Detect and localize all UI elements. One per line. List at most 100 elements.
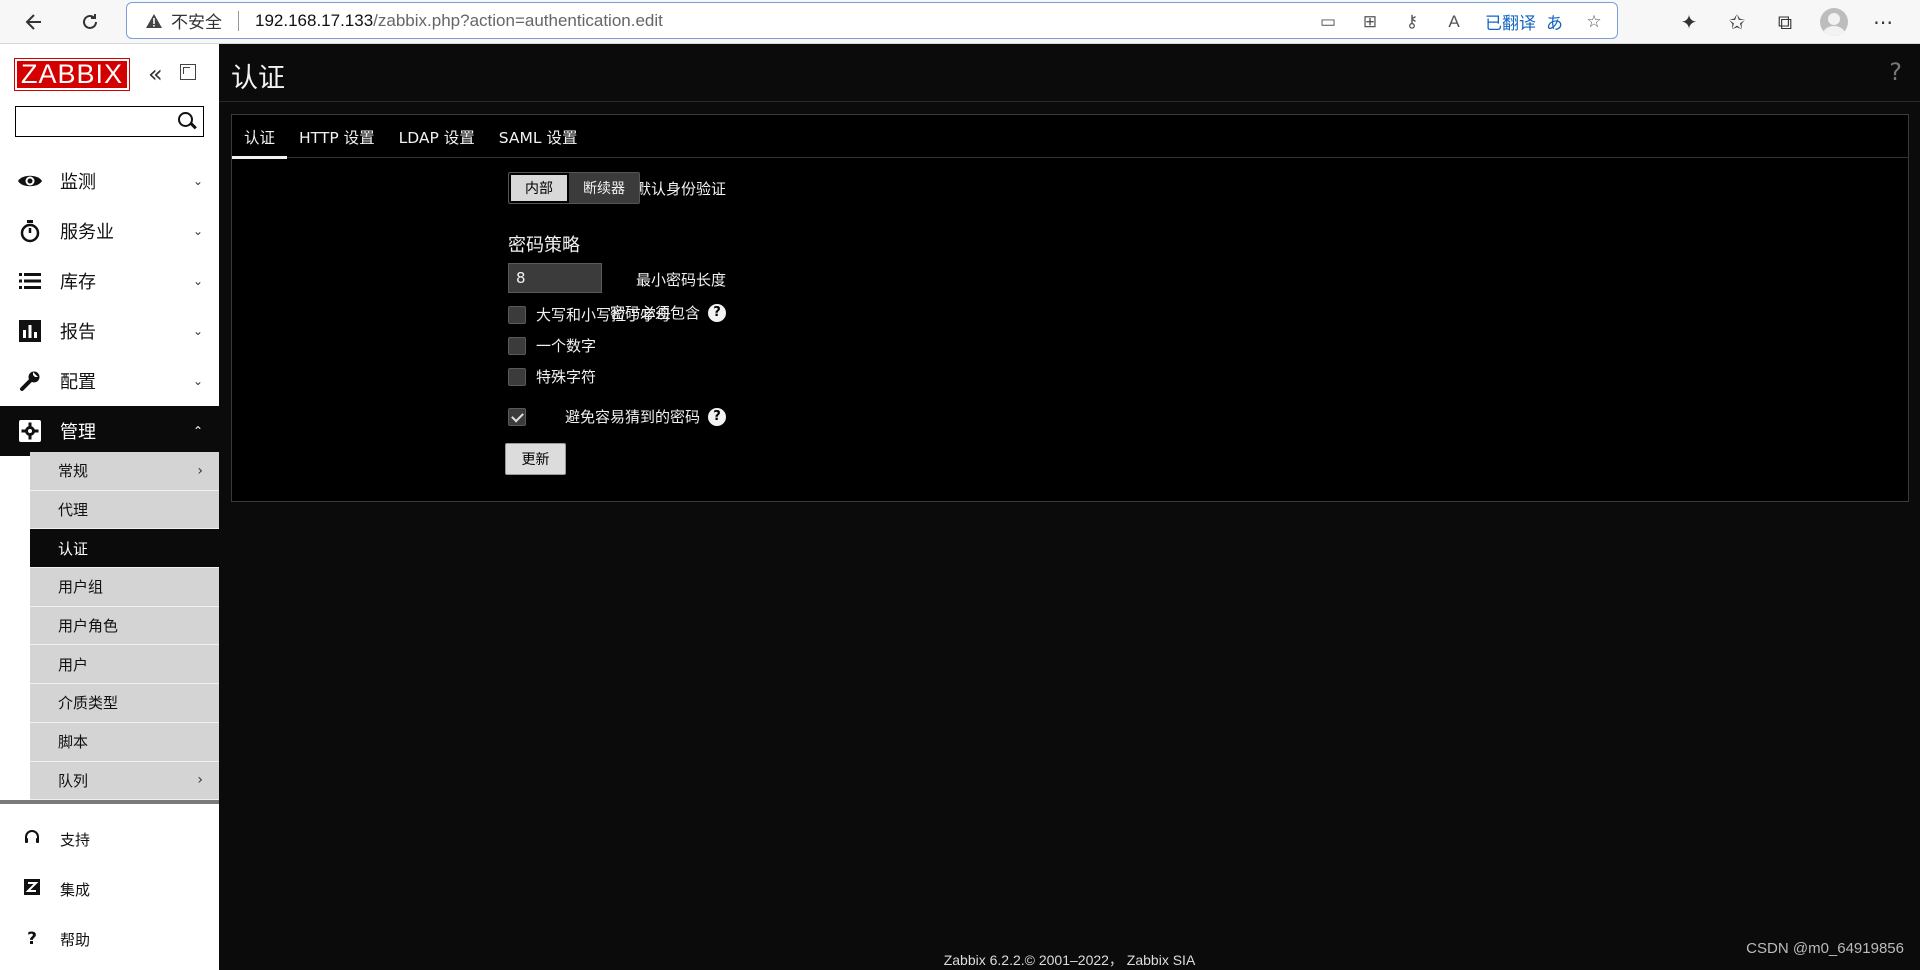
gear-icon: [16, 417, 44, 445]
menu-item-label: 集成: [60, 880, 91, 899]
checkbox-checked[interactable]: [508, 408, 526, 426]
contain-digit-option[interactable]: 一个数字: [508, 335, 596, 356]
bottom-menu: 支持 集成 ? 帮助: [0, 814, 219, 964]
tab-authentication[interactable]: 认证: [232, 115, 288, 159]
menu-item-label: 管理: [60, 422, 96, 443]
menu-item-services[interactable]: 服务业 ⌄: [0, 206, 219, 256]
list-icon: [16, 267, 44, 295]
help-icon[interactable]: ?: [1889, 58, 1902, 86]
submenu-item-media-types[interactable]: 介质类型: [30, 684, 219, 723]
menu-item-label: 监测: [60, 172, 96, 193]
search-input[interactable]: [15, 106, 204, 137]
security-label: 不安全: [171, 13, 222, 32]
favorite-add-icon[interactable]: ☆: [1583, 12, 1605, 32]
translate-icon: あ: [1546, 14, 1563, 33]
security-warning[interactable]: 不安全: [145, 8, 222, 33]
chevron-up-icon: ⌃: [192, 424, 203, 438]
favorites-icon[interactable]: ✩: [1724, 10, 1750, 34]
submenu-item-scripts[interactable]: 脚本: [30, 723, 219, 762]
sidebar: ZABBIX « 监测 ⌄ 服务业 ⌄ 库存 ⌄ 报告 ⌄ 配置 ⌄ 管理 ⌃ …: [0, 44, 219, 970]
menu-item-label: 帮助: [60, 930, 91, 949]
submenu-item-label: 队列: [58, 771, 89, 790]
submenu-item-user-roles[interactable]: 用户角色: [30, 607, 219, 646]
chevron-down-icon: ⌄: [192, 274, 203, 288]
chevron-right-icon: ›: [197, 462, 203, 479]
apps-grid-icon[interactable]: ⊞: [1359, 12, 1381, 32]
chevron-down-icon: ⌄: [192, 224, 203, 238]
kiosk-mode-icon[interactable]: [180, 64, 196, 80]
profile-avatar[interactable]: [1820, 8, 1848, 36]
address-bar[interactable]: 不安全 192.168.17.133/zabbix.php?action=aut…: [126, 2, 1618, 39]
chevron-down-icon: ⌄: [192, 174, 203, 188]
min-length-label: 最小密码长度: [636, 269, 726, 290]
tab-bar: 认证 HTTP 设置 LDAP 设置 SAML 设置: [232, 115, 1908, 159]
collapse-sidebar-icon[interactable]: «: [148, 60, 163, 88]
menu-item-administration[interactable]: 管理 ⌃: [0, 406, 219, 456]
menu-item-integrations[interactable]: 集成: [0, 864, 219, 914]
stopwatch-icon: [16, 217, 44, 245]
translate-label: 已翻译: [1485, 14, 1536, 33]
zabbix-z-icon: [22, 878, 42, 900]
wrench-icon: [16, 367, 44, 395]
submenu-item-label: 介质类型: [58, 694, 119, 713]
page-title: 认证: [231, 63, 285, 94]
collections-icon[interactable]: ⧉: [1772, 10, 1798, 34]
page-footer: Zabbix 6.2.2.© 2001–2022， Zabbix SIA: [943, 952, 1196, 968]
submenu-item-proxies[interactable]: 代理: [30, 491, 219, 530]
refresh-button[interactable]: [74, 6, 106, 38]
device-icon[interactable]: ▭: [1317, 12, 1339, 32]
menu-item-label: 配置: [60, 372, 96, 393]
help-hint-icon[interactable]: ?: [708, 407, 726, 426]
browser-toolbar: 不安全 192.168.17.133/zabbix.php?action=aut…: [0, 0, 1920, 44]
submenu-item-users[interactable]: 用户: [30, 645, 219, 685]
extensions-icon[interactable]: ✦: [1676, 10, 1702, 34]
key-icon[interactable]: ⚷: [1401, 12, 1423, 32]
tab-ldap-settings[interactable]: LDAP 设置: [387, 115, 487, 158]
menu-item-monitoring[interactable]: 监测 ⌄: [0, 156, 219, 206]
menu-item-reports[interactable]: 报告 ⌄: [0, 306, 219, 356]
read-aloud-icon[interactable]: A: [1443, 12, 1465, 32]
menu-item-label: 支持: [60, 830, 91, 849]
main-menu: 监测 ⌄ 服务业 ⌄ 库存 ⌄ 报告 ⌄ 配置 ⌄ 管理 ⌃: [0, 156, 219, 456]
tab-http-settings[interactable]: HTTP 设置: [287, 115, 387, 158]
auth-option-internal[interactable]: 内部: [509, 173, 570, 203]
chevron-down-icon: ⌄: [192, 374, 203, 388]
checkbox[interactable]: [508, 305, 526, 324]
address-separator: [238, 10, 239, 31]
min-length-input[interactable]: 8: [508, 263, 602, 293]
submenu-item-label: 用户角色: [58, 617, 119, 636]
watermark: CSDN @m0_64919856: [1746, 940, 1904, 957]
menu-item-configuration[interactable]: 配置 ⌄: [0, 356, 219, 406]
menu-item-label: 服务业: [60, 222, 114, 243]
avoid-easy-label: 避免容易猜到的密码 ?: [565, 406, 726, 427]
menu-item-inventory[interactable]: 库存 ⌄: [0, 256, 219, 306]
update-button[interactable]: 更新: [505, 443, 566, 475]
auth-option-ldap[interactable]: 断续器: [569, 173, 639, 203]
address-bar-icons: ▭ ⊞ ⚷ A 已翻译 あ ☆: [1317, 3, 1605, 40]
more-menu-icon[interactable]: ⋯: [1870, 10, 1896, 34]
eye-icon: [16, 167, 44, 195]
search-icon[interactable]: [177, 111, 197, 131]
zabbix-logo[interactable]: ZABBIX: [14, 58, 130, 91]
title-divider: [219, 101, 1920, 102]
checkbox[interactable]: [508, 336, 526, 355]
menu-item-help[interactable]: ? 帮助: [0, 914, 219, 964]
password-policy-title: 密码策略: [508, 235, 580, 256]
checkbox[interactable]: [508, 367, 526, 386]
submenu-item-label: 用户: [58, 655, 89, 674]
submenu-item-label: 常规: [58, 462, 89, 481]
help-hint-icon[interactable]: ?: [708, 303, 726, 322]
translate-button[interactable]: 已翻译 あ: [1485, 9, 1563, 34]
submenu-item-authentication[interactable]: 认证: [30, 529, 219, 569]
warning-icon: [146, 13, 162, 28]
submenu-item-user-groups[interactable]: 用户组: [30, 568, 219, 607]
menu-item-support[interactable]: 支持: [0, 814, 219, 864]
default-auth-label-text: 默认身份验证: [635, 180, 726, 198]
submenu-item-queue[interactable]: 队列 ›: [30, 762, 219, 801]
avoid-easy-option[interactable]: [508, 408, 526, 426]
contain-special-option[interactable]: 特殊字符: [508, 366, 596, 387]
contain-case-option[interactable]: 大写和小写拉丁字母: [508, 304, 671, 325]
back-button[interactable]: [18, 6, 50, 38]
tab-saml-settings[interactable]: SAML 设置: [487, 115, 590, 158]
submenu-item-general[interactable]: 常规 ›: [30, 452, 219, 491]
